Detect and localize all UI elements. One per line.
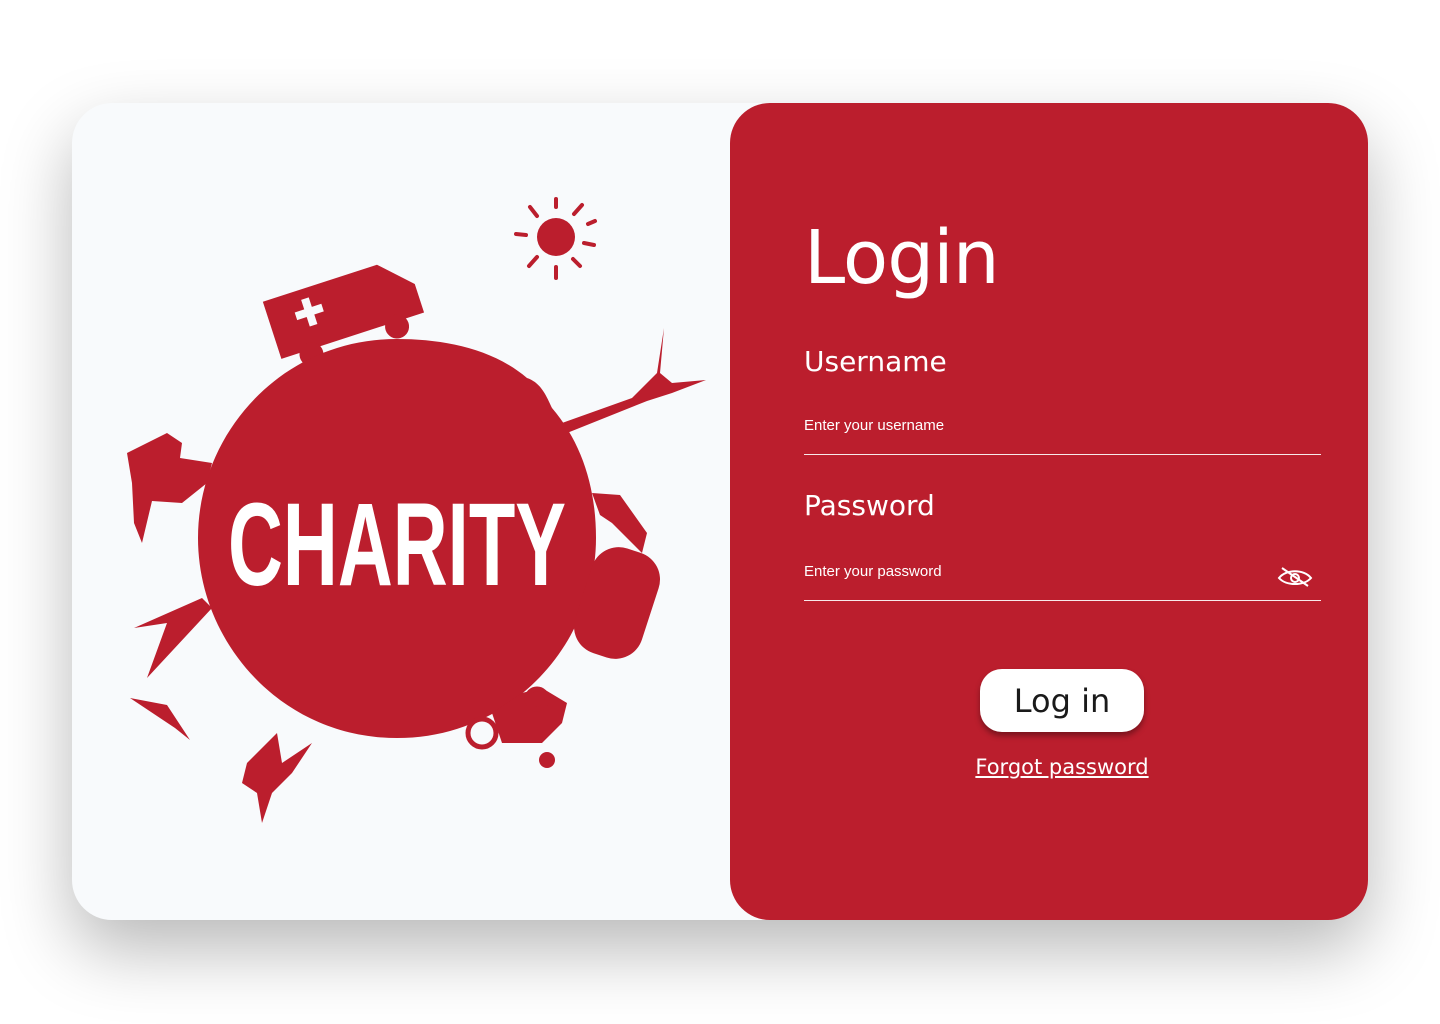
login-card: CHARITY Login Username Password Log in F… [72, 103, 1368, 920]
username-input[interactable] [804, 415, 1321, 455]
illustration-panel: CHARITY [72, 103, 752, 920]
page-title: Login [804, 215, 1000, 301]
charity-logo-text: CHARITY [228, 479, 566, 611]
fern-icon [134, 598, 212, 678]
password-label: Password [804, 489, 935, 522]
eye-slash-icon[interactable] [1276, 566, 1314, 588]
climber-icon [562, 328, 706, 433]
person-icon [242, 733, 312, 823]
username-label: Username [804, 345, 947, 378]
bird-icon [130, 698, 190, 740]
sun-icon [514, 197, 597, 280]
password-input[interactable] [804, 561, 1321, 601]
login-button[interactable]: Log in [980, 669, 1144, 732]
login-panel: Login Username Password Log in Forgot pa… [730, 103, 1368, 920]
forgot-password-link[interactable]: Forgot password [730, 755, 1394, 779]
charity-logo-illustration: CHARITY [127, 197, 706, 823]
